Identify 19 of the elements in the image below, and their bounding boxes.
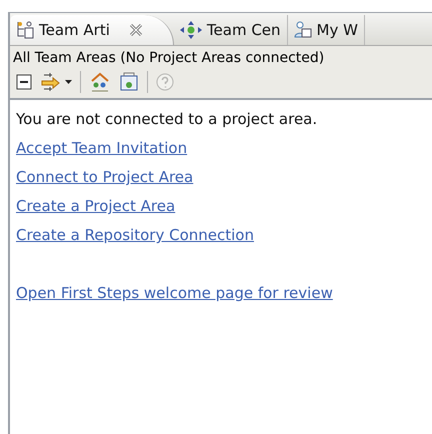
sync-dropdown-button[interactable]	[40, 72, 72, 92]
team-tree-icon	[16, 21, 34, 39]
view-tab[interactable]: Team Cen	[174, 15, 288, 45]
arrows-icon	[180, 21, 202, 39]
status-message: You are not connected to a project area.	[16, 110, 318, 128]
repository-icon[interactable]	[119, 72, 139, 92]
team-icon[interactable]	[89, 72, 111, 92]
action-link[interactable]: Accept Team Invitation	[16, 139, 426, 157]
action-link[interactable]: Create a Project Area	[16, 197, 426, 215]
close-icon[interactable]	[128, 24, 143, 36]
collapse-all-button[interactable]	[16, 74, 32, 90]
view-tab[interactable]: Team Arti	[10, 15, 174, 45]
welcome-link[interactable]: Open First Steps welcome page for review	[16, 284, 426, 302]
action-link[interactable]: Create a Repository Connection	[16, 226, 426, 244]
user-card-icon	[294, 21, 312, 39]
view-title: All Team Areas (No Project Areas connected)	[12, 49, 326, 68]
caret-icon[interactable]	[65, 80, 72, 84]
view-tab[interactable]: My W	[288, 15, 365, 45]
action-link[interactable]: Connect to Project Area	[16, 168, 426, 186]
